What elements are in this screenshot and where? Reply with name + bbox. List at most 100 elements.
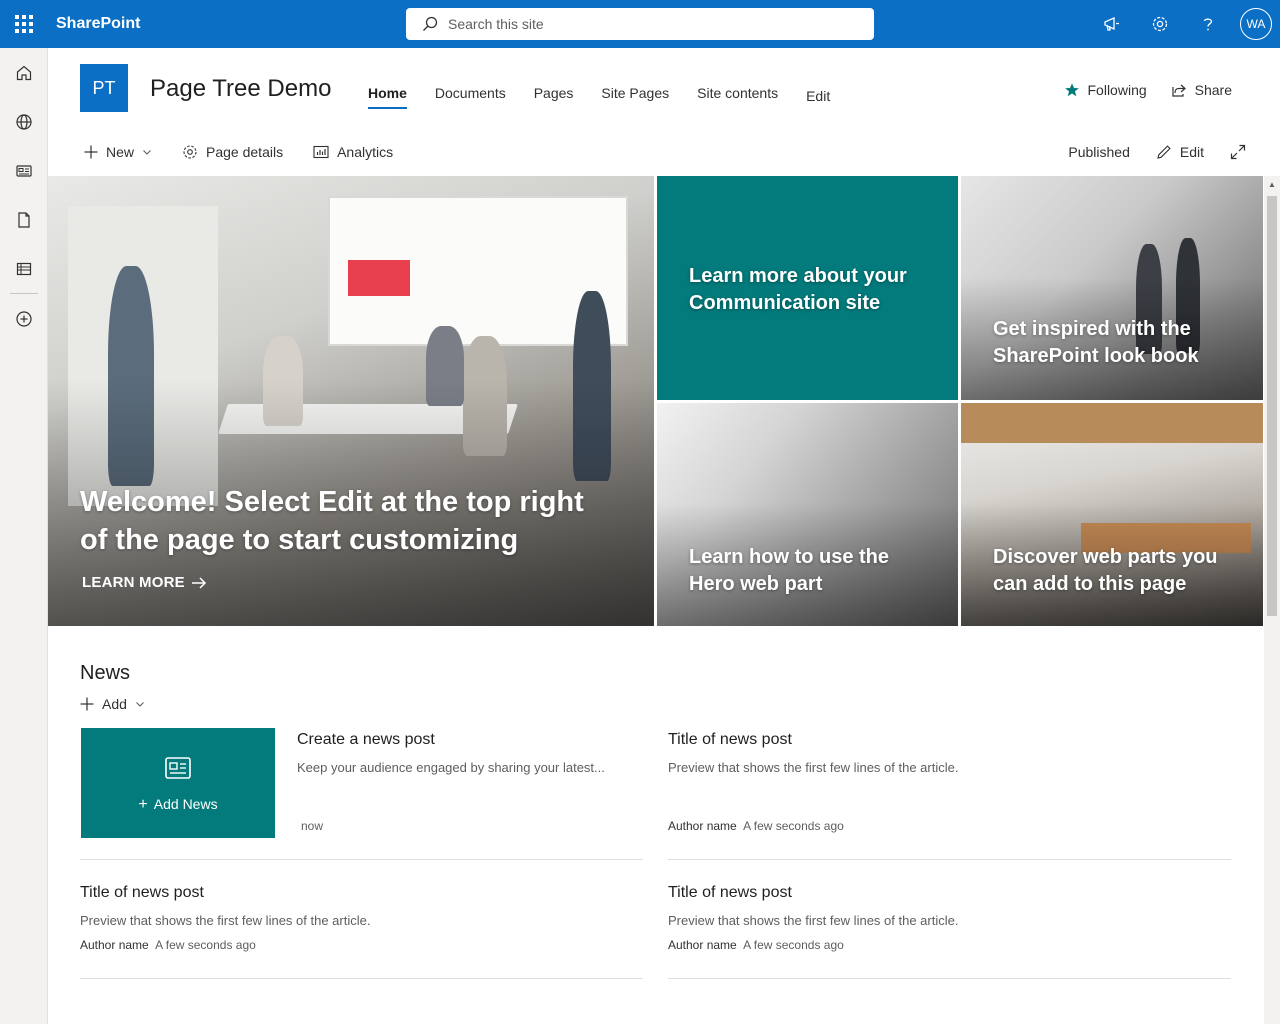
news-post-preview: Preview that shows the first few lines o… bbox=[668, 913, 959, 928]
news-post-meta: Author name A few seconds ago bbox=[668, 938, 844, 952]
hero-main-title: Welcome! Select Edit at the top right of… bbox=[80, 486, 584, 556]
expand-button[interactable] bbox=[1226, 144, 1246, 160]
hero-tile-web-parts[interactable]: Discover web parts you can add to this p… bbox=[961, 403, 1263, 626]
site-navigation: Home Documents Pages Site Pages Site con… bbox=[354, 80, 844, 110]
news-icon[interactable] bbox=[0, 146, 48, 195]
site-title[interactable]: Page Tree Demo bbox=[150, 75, 331, 103]
news-post-preview: Preview that shows the first few lines o… bbox=[80, 913, 371, 928]
site-logo[interactable]: PT bbox=[80, 64, 128, 112]
news-post-author[interactable]: Author name bbox=[80, 938, 149, 952]
scroll-thumb[interactable] bbox=[1267, 196, 1277, 616]
learn-more-label: LEARN MORE bbox=[82, 574, 185, 591]
create-post-time: now bbox=[301, 819, 324, 833]
following-label: Following bbox=[1087, 82, 1147, 98]
news-post-meta: Author name A few seconds ago bbox=[668, 819, 844, 833]
hero-tile-main[interactable]: Welcome! Select Edit at the top right of… bbox=[48, 176, 654, 626]
new-button[interactable]: New bbox=[80, 144, 152, 160]
megaphone-icon[interactable] bbox=[1088, 0, 1136, 48]
news-post-preview: Preview that shows the first few lines o… bbox=[668, 760, 959, 775]
create-post-preview: Keep your audience engaged by sharing yo… bbox=[297, 760, 605, 775]
search-box[interactable] bbox=[406, 8, 874, 40]
news-add-label: Add bbox=[102, 696, 127, 712]
suite-bar: SharePoint WA bbox=[0, 0, 1280, 48]
lists-icon[interactable] bbox=[0, 244, 48, 293]
add-news-text: Add News bbox=[153, 796, 218, 812]
nav-site-pages[interactable]: Site Pages bbox=[587, 80, 683, 110]
news-post-title[interactable]: Title of news post bbox=[668, 884, 792, 902]
hero-tile-communication-site[interactable]: Learn more about your Communication site bbox=[657, 176, 958, 400]
star-icon bbox=[1064, 83, 1079, 97]
app-name[interactable]: SharePoint bbox=[56, 15, 140, 33]
page-scrollbar[interactable]: ▲ bbox=[1264, 176, 1280, 1024]
arrow-right-icon bbox=[191, 576, 206, 589]
nav-edit-link[interactable]: Edit bbox=[792, 83, 844, 110]
file-icon[interactable] bbox=[0, 195, 48, 244]
plus-icon: + bbox=[138, 796, 148, 813]
chevron-down-icon bbox=[143, 150, 151, 155]
hero-tile-title: Discover web parts you can add to this p… bbox=[993, 546, 1218, 595]
analytics-label: Analytics bbox=[337, 144, 394, 160]
news-icon bbox=[165, 757, 191, 779]
share-label: Share bbox=[1194, 82, 1232, 98]
expand-icon bbox=[1230, 144, 1246, 160]
hero-tile-title: Get inspired with the SharePoint look bo… bbox=[993, 318, 1199, 367]
news-post-time: A few seconds ago bbox=[743, 938, 844, 952]
nav-pages[interactable]: Pages bbox=[520, 80, 588, 110]
command-bar: New Page details Analytics Published Edi… bbox=[80, 138, 1250, 166]
analytics-button[interactable]: Analytics bbox=[309, 144, 393, 160]
create-plus-icon[interactable] bbox=[0, 294, 48, 343]
news-divider bbox=[668, 859, 1231, 860]
new-label: New bbox=[106, 144, 135, 160]
news-post-author[interactable]: Author name bbox=[668, 938, 737, 952]
news-add-button[interactable]: Add bbox=[80, 696, 145, 712]
plus-icon bbox=[80, 697, 94, 711]
hero-tile-look-book[interactable]: Get inspired with the SharePoint look bo… bbox=[961, 176, 1263, 400]
search-input[interactable] bbox=[448, 16, 848, 32]
hero-web-part: Welcome! Select Edit at the top right of… bbox=[48, 176, 1263, 626]
page-details-button[interactable]: Page details bbox=[178, 144, 283, 160]
chevron-down-icon bbox=[136, 702, 144, 707]
home-icon[interactable] bbox=[0, 48, 48, 97]
news-divider bbox=[668, 978, 1231, 979]
nav-documents[interactable]: Documents bbox=[421, 80, 520, 110]
hero-tile-title: Learn more about your Communication site bbox=[689, 265, 907, 314]
add-news-card[interactable]: + Add News bbox=[81, 728, 275, 838]
edit-page-button[interactable]: Edit bbox=[1152, 144, 1204, 160]
news-post-title[interactable]: Title of news post bbox=[668, 731, 792, 749]
news-post-time: A few seconds ago bbox=[155, 938, 256, 952]
waffle-icon bbox=[15, 15, 33, 33]
page-details-label: Page details bbox=[206, 144, 284, 160]
edit-label: Edit bbox=[1179, 144, 1204, 160]
news-post-author[interactable]: Author name bbox=[668, 819, 737, 833]
gear-icon bbox=[183, 145, 197, 159]
nav-home[interactable]: Home bbox=[354, 80, 421, 110]
hero-tile-hero-web-part[interactable]: Learn how to use the Hero web part bbox=[657, 403, 958, 626]
learn-more-link[interactable]: LEARN MORE bbox=[82, 574, 207, 591]
pencil-icon bbox=[1157, 145, 1171, 159]
red-lamp-image bbox=[348, 260, 410, 296]
news-heading: News bbox=[80, 662, 131, 684]
user-avatar[interactable]: WA bbox=[1240, 8, 1272, 40]
app-launcher-button[interactable] bbox=[0, 0, 48, 48]
ceiling-image bbox=[961, 403, 1263, 443]
scroll-up-icon[interactable]: ▲ bbox=[1267, 180, 1277, 190]
news-post-time: A few seconds ago bbox=[743, 819, 844, 833]
news-divider bbox=[80, 978, 643, 979]
analytics-icon bbox=[313, 145, 329, 159]
news-divider bbox=[80, 859, 643, 860]
search-icon bbox=[423, 16, 438, 31]
help-icon[interactable] bbox=[1184, 0, 1232, 48]
add-news-label: + Add News bbox=[81, 796, 275, 814]
news-post-title[interactable]: Title of news post bbox=[80, 884, 204, 902]
share-button[interactable]: Share bbox=[1171, 82, 1232, 98]
following-button[interactable]: Following bbox=[1064, 82, 1147, 98]
settings-gear-icon[interactable] bbox=[1136, 0, 1184, 48]
hero-tile-title: Learn how to use the Hero web part bbox=[689, 546, 890, 595]
publish-status: Published bbox=[1068, 144, 1130, 160]
nav-site-contents[interactable]: Site contents bbox=[683, 80, 792, 110]
left-app-bar bbox=[0, 48, 48, 1024]
globe-icon[interactable] bbox=[0, 97, 48, 146]
plus-icon bbox=[84, 145, 98, 159]
share-icon bbox=[1172, 84, 1186, 97]
create-post-title[interactable]: Create a news post bbox=[297, 731, 435, 749]
